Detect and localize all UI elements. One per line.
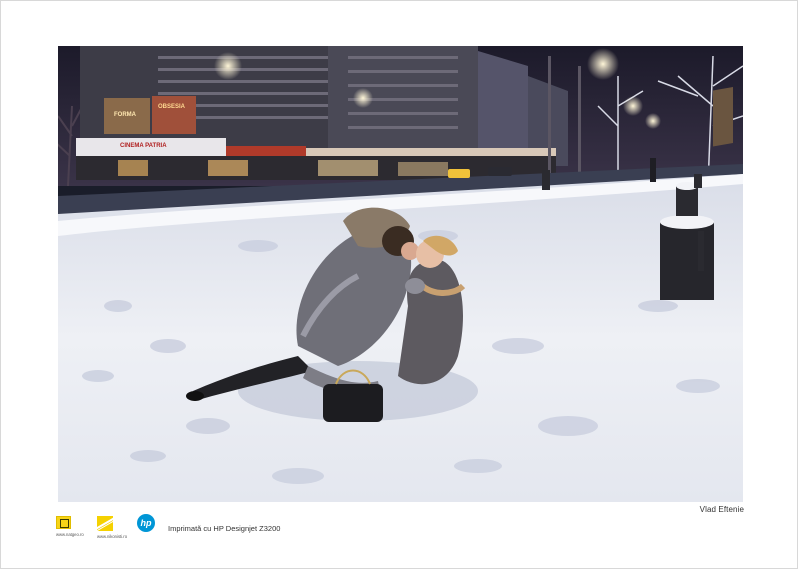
cinema-patria-sign: CINEMA PATRIA xyxy=(120,143,167,149)
billboard-text-forma: FORMA xyxy=(114,112,137,118)
sponsor-footer: www.natgeo.ro www.nikonisti.ro hp Imprim… xyxy=(52,514,452,546)
pedestrian xyxy=(650,158,656,182)
taxi-car xyxy=(448,169,470,178)
cinema-billboard: FORMA OBSESIA xyxy=(104,96,196,134)
natgeo-url: www.natgeo.ro xyxy=(56,532,84,537)
national-geographic-logo: www.natgeo.ro xyxy=(56,516,84,537)
printed-with-caption: Imprimată cu HP Designjet Z3200 xyxy=(168,524,281,533)
photographer-credit: Vlad Eftenie xyxy=(699,505,744,514)
handbag xyxy=(323,384,383,422)
billboard-text-obsesia: OBSESIA xyxy=(158,104,186,110)
photograph: FORMA OBSESIA CINEMA PATRIA xyxy=(58,46,743,502)
photo-scene: FORMA OBSESIA CINEMA PATRIA xyxy=(58,46,743,502)
national-geographic-icon xyxy=(56,516,71,529)
nikon-icon xyxy=(97,516,113,531)
hp-icon: hp xyxy=(137,514,155,532)
hp-logo: hp xyxy=(137,514,155,532)
nikon-logo: www.nikonisti.ro xyxy=(97,516,127,539)
dark-car xyxy=(488,167,512,176)
nikonisti-url: www.nikonisti.ro xyxy=(97,534,128,539)
